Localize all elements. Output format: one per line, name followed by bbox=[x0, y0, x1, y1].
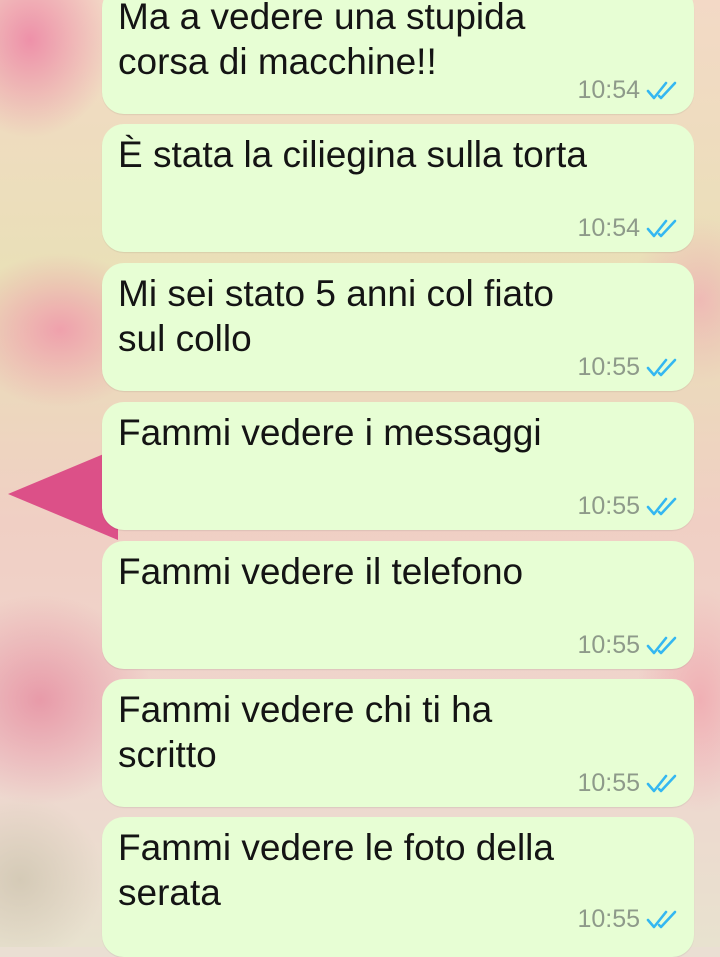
message-time: 10:55 bbox=[577, 353, 640, 381]
message-meta: 10:54 bbox=[577, 76, 678, 104]
message-text: Fammi vedere i messaggi bbox=[118, 412, 542, 453]
message-meta: 10:55 bbox=[577, 769, 678, 797]
double-check-read-icon bbox=[646, 497, 677, 516]
outgoing-message-bubble[interactable]: Ma a vedere una stupida corsa di macchin… bbox=[102, 0, 694, 114]
message-text: È stata la ciliegina sulla torta bbox=[118, 134, 587, 175]
message-meta: 10:55 bbox=[577, 492, 678, 520]
message-text: Fammi vedere chi ti ha scritto bbox=[118, 689, 493, 775]
double-check-read-icon bbox=[646, 636, 677, 655]
message-time: 10:55 bbox=[577, 492, 640, 520]
double-check-read-icon bbox=[646, 774, 677, 793]
double-check-read-icon bbox=[646, 358, 677, 377]
double-check-read-icon bbox=[646, 910, 677, 929]
message-text: Fammi vedere il telefono bbox=[118, 551, 524, 592]
message-list[interactable]: Ma a vedere una stupida corsa di macchin… bbox=[102, 0, 694, 957]
message-meta: 10:55 bbox=[577, 631, 678, 659]
outgoing-message-bubble[interactable]: Fammi vedere chi ti ha scritto 10:55 bbox=[102, 679, 694, 807]
double-check-read-icon bbox=[646, 81, 677, 100]
message-time: 10:55 bbox=[577, 905, 640, 933]
message-time: 10:55 bbox=[577, 769, 640, 797]
outgoing-message-bubble[interactable]: Fammi vedere le foto della serata 10:55 bbox=[102, 817, 694, 957]
message-meta: 10:54 bbox=[577, 214, 678, 242]
outgoing-message-bubble[interactable]: Fammi vedere i messaggi 10:55 bbox=[102, 402, 694, 530]
outgoing-message-bubble[interactable]: Fammi vedere il telefono 10:55 bbox=[102, 541, 694, 669]
message-text: Mi sei stato 5 anni col fiato sul collo bbox=[118, 273, 554, 359]
outgoing-message-bubble[interactable]: È stata la ciliegina sulla torta 10:54 bbox=[102, 124, 694, 252]
message-time: 10:54 bbox=[577, 214, 640, 242]
message-time: 10:55 bbox=[577, 631, 640, 659]
message-meta: 10:55 bbox=[577, 353, 678, 381]
message-meta: 10:55 bbox=[577, 905, 678, 933]
double-check-read-icon bbox=[646, 219, 677, 238]
message-text: Fammi vedere le foto della serata bbox=[118, 827, 554, 913]
message-text: Ma a vedere una stupida corsa di macchin… bbox=[118, 0, 526, 82]
message-time: 10:54 bbox=[577, 76, 640, 104]
outgoing-message-bubble[interactable]: Mi sei stato 5 anni col fiato sul collo … bbox=[102, 263, 694, 391]
